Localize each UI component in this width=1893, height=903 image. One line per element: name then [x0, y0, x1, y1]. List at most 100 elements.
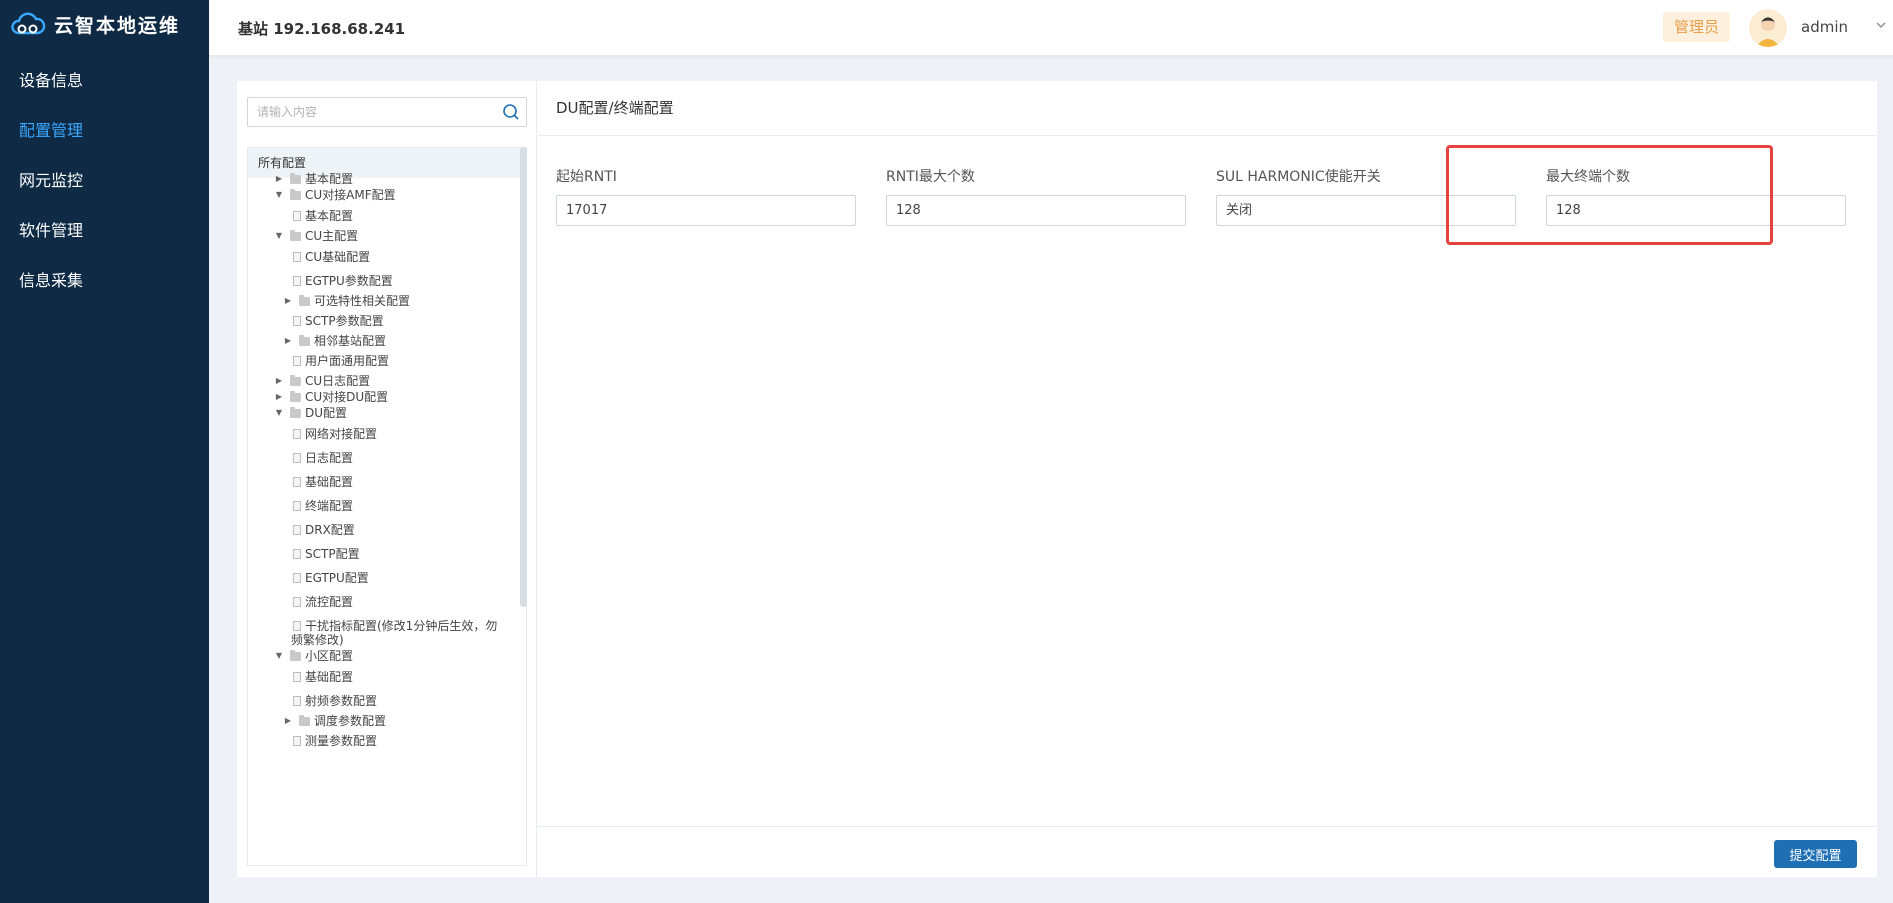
- avatar[interactable]: [1749, 9, 1787, 47]
- sidebar-item-info-collection[interactable]: 信息采集: [0, 256, 209, 306]
- caret-down-icon[interactable]: ▼: [274, 229, 284, 243]
- field-label: 起始RNTI: [556, 169, 617, 185]
- caret-down-icon[interactable]: ▼: [274, 649, 284, 663]
- tree-node-label: CU对接AMF配置: [305, 188, 396, 202]
- tree-node[interactable]: 终端配置: [293, 499, 353, 513]
- sidebar-item-software-management[interactable]: 软件管理: [0, 206, 209, 256]
- file-icon: [293, 696, 301, 706]
- chevron-down-icon[interactable]: [1874, 18, 1888, 32]
- tree-node[interactable]: ▶ CU对接DU配置: [274, 390, 388, 404]
- tree-node-label: 基本配置: [305, 209, 354, 223]
- config-tree: 所有配置 ▶ 基本配置 ▼ CU对接AMF配置 基本配置 ▼ CU主配置 CU基础配置 EGTP…: [247, 147, 527, 866]
- tree-node-label: 测量参数配置: [305, 734, 378, 748]
- search-input[interactable]: [248, 98, 488, 126]
- tree-node-label: SCTP参数配置: [305, 314, 384, 328]
- main-panel: 所有配置 ▶基本配置▼CU对接AMF配置基本配置▼CU主配置CU基础配置EGTP…: [237, 81, 1877, 877]
- caret-right-icon[interactable]: ▶: [283, 714, 293, 728]
- tree-node[interactable]: ▼ 小区配置: [274, 649, 353, 663]
- highlight-box: [1446, 145, 1773, 245]
- role-badge: 管理员: [1663, 12, 1731, 42]
- field-start-rnti: 起始RNTI 17017: [556, 167, 856, 226]
- tree-node[interactable]: DRX配置: [293, 523, 355, 537]
- file-icon: [293, 429, 301, 439]
- folder-icon: [290, 650, 301, 661]
- tree-node[interactable]: EGTPU参数配置: [293, 274, 393, 288]
- tree-node[interactable]: 测量参数配置: [293, 734, 377, 748]
- tree-node[interactable]: 网络对接配置: [293, 427, 377, 441]
- tree-node-label: EGTPU参数配置: [305, 274, 393, 288]
- tree-node-label: 流控配置: [305, 595, 354, 609]
- tree-node-label: DU配置: [305, 406, 348, 420]
- caret-right-icon[interactable]: ▶: [274, 390, 284, 404]
- caret-right-icon[interactable]: ▶: [274, 374, 284, 388]
- file-icon: [293, 477, 301, 487]
- cloud-logo-icon: [11, 12, 46, 35]
- file-icon: [293, 549, 301, 559]
- start-rnti-input[interactable]: 17017: [556, 195, 856, 226]
- tree-node[interactable]: ▼ DU配置: [274, 406, 347, 420]
- tree-scrollbar[interactable]: [520, 147, 527, 607]
- tree-node-label: CU对接DU配置: [305, 390, 389, 404]
- tree-node[interactable]: 日志配置: [293, 451, 353, 465]
- footer-divider: [538, 826, 1877, 827]
- file-icon: [293, 573, 301, 583]
- tree-node[interactable]: 流控配置: [293, 595, 353, 609]
- tree-node[interactable]: 干扰指标配置(修改1分钟后生效，勿 频繁修改): [291, 619, 498, 647]
- tree-node[interactable]: 基础配置: [293, 670, 353, 684]
- field-label: RNTI最大个数: [886, 169, 975, 185]
- file-icon: [293, 453, 301, 463]
- file-icon: [293, 672, 301, 682]
- tree-node[interactable]: 基本配置: [293, 209, 353, 223]
- tree-node[interactable]: ▶ 可选特性相关配置: [283, 294, 410, 308]
- app-logo: 云智本地运维: [0, 0, 209, 48]
- file-icon: [293, 501, 301, 511]
- search-icon[interactable]: [502, 103, 520, 121]
- sidebar-item-config-management[interactable]: 配置管理: [0, 106, 209, 156]
- tree-node-label: 终端配置: [305, 499, 354, 513]
- tree-node-label: SCTP配置: [305, 547, 360, 561]
- field-rnti-max-count: RNTI最大个数 128: [886, 167, 1186, 226]
- caret-right-icon[interactable]: ▶: [274, 172, 284, 186]
- tree-node-label: 调度参数配置: [314, 714, 387, 728]
- form-title: DU配置/终端配置: [538, 81, 1877, 136]
- file-icon: [293, 252, 301, 262]
- tree-node[interactable]: SCTP参数配置: [293, 314, 384, 328]
- sidebar-item-ne-monitoring[interactable]: 网元监控: [0, 156, 209, 206]
- tree-node-label: 射频参数配置: [305, 694, 378, 708]
- tree-node[interactable]: ▶ 相邻基站配置: [283, 334, 386, 348]
- username[interactable]: admin: [1801, 18, 1848, 36]
- folder-icon: [290, 375, 301, 386]
- tree-node-label: 干扰指标配置(修改1分钟后生效，勿: [305, 619, 498, 633]
- station-title: 基站 192.168.68.241: [238, 20, 406, 38]
- tree-node[interactable]: ▶ 调度参数配置: [283, 714, 386, 728]
- sidebar: 云智本地运维 设备信息 配置管理 网元监控 软件管理 信息采集: [0, 0, 209, 903]
- tree-node[interactable]: SCTP配置: [293, 547, 360, 561]
- tree-node[interactable]: ▼ CU主配置: [274, 229, 358, 243]
- tree-node[interactable]: 用户面通用配置: [293, 354, 389, 368]
- tree-node[interactable]: ▶ 基本配置: [274, 172, 353, 186]
- folder-icon: [290, 189, 301, 200]
- top-header: 基站 192.168.68.241 管理员 admin: [209, 0, 1893, 56]
- tree-node[interactable]: ▶ CU日志配置: [274, 374, 370, 388]
- file-icon: [293, 736, 301, 746]
- rnti-max-count-input[interactable]: 128: [886, 195, 1186, 226]
- caret-down-icon[interactable]: ▼: [274, 406, 284, 420]
- tree-node[interactable]: 基础配置: [293, 475, 353, 489]
- tree-node[interactable]: ▼ CU对接AMF配置: [274, 188, 396, 202]
- caret-right-icon[interactable]: ▶: [283, 294, 293, 308]
- tree-node-label: 可选特性相关配置: [314, 294, 411, 308]
- folder-icon: [299, 335, 310, 346]
- tree-node[interactable]: CU基础配置: [293, 250, 370, 264]
- caret-right-icon[interactable]: ▶: [283, 334, 293, 348]
- file-icon: [293, 597, 301, 607]
- file-icon: [293, 356, 301, 366]
- tree-node[interactable]: 射频参数配置: [293, 694, 377, 708]
- submit-config-button[interactable]: 提交配置: [1774, 840, 1857, 868]
- tree-node-label: 日志配置: [305, 451, 354, 465]
- file-icon: [293, 211, 301, 221]
- sidebar-item-device-info[interactable]: 设备信息: [0, 56, 209, 106]
- caret-down-icon[interactable]: ▼: [274, 188, 284, 202]
- tree-node[interactable]: EGTPU配置: [293, 571, 369, 585]
- tree-node-label: 网络对接配置: [305, 427, 378, 441]
- config-form-pane: DU配置/终端配置 起始RNTI 17017 RNTI最大个数 128 SUL …: [538, 81, 1877, 877]
